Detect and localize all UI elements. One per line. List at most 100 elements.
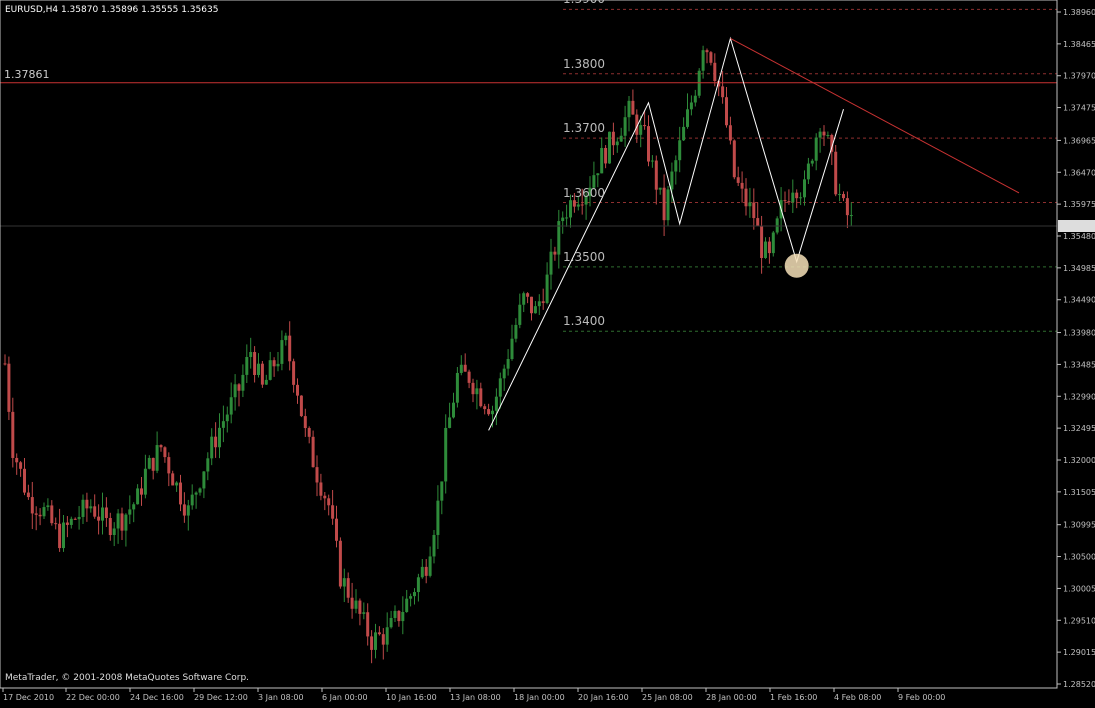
candle-body [202, 471, 206, 489]
candle-body [362, 612, 366, 614]
price-tick-label: 1.29510 [1063, 616, 1095, 625]
candle-body [576, 204, 580, 207]
fib-level-label: 1.3800 [563, 56, 605, 71]
time-tick-label: 18 Jan 00:00 [514, 693, 565, 702]
candle-body [502, 368, 506, 379]
candle-body [775, 218, 779, 233]
candle-body [358, 600, 362, 614]
candle-body [795, 192, 799, 199]
candle-body [354, 600, 358, 609]
candle-body [19, 462, 23, 469]
candle-body [62, 522, 65, 549]
candle-body [611, 131, 615, 146]
time-tick-label: 17 Dec 2010 [3, 693, 54, 702]
candle-body [596, 173, 600, 176]
candle-body [284, 335, 288, 341]
candle-body [806, 163, 810, 180]
candle-body [736, 177, 740, 183]
fib-level-label: 1.3500 [563, 249, 605, 264]
candle-body [662, 187, 666, 221]
candle-body [221, 421, 225, 428]
candle-body [46, 505, 50, 508]
candle-body [623, 117, 627, 136]
candle-body [401, 611, 405, 622]
candle-body [23, 468, 26, 493]
price-tick-label: 1.38465 [1063, 40, 1095, 49]
candle-body [752, 202, 756, 219]
candle-body [650, 160, 654, 162]
candle-body [101, 507, 104, 521]
time-tick-label: 1 Feb 16:00 [770, 693, 817, 702]
candle-body [296, 384, 299, 396]
candle-body [381, 634, 385, 645]
chart-frame [0, 0, 1058, 689]
candle-body [311, 436, 315, 468]
time-tick-label: 4 Feb 08:00 [834, 693, 881, 702]
candle-body [764, 241, 767, 258]
candle-body [288, 335, 292, 362]
time-tick-label: 13 Jan 08:00 [450, 693, 501, 702]
candle-body [190, 494, 194, 506]
candle-body [307, 428, 311, 437]
time-tick-label: 6 Jan 00:00 [322, 693, 368, 702]
candle-body [565, 217, 569, 219]
candle-body [822, 131, 826, 136]
price-tick-label: 1.36470 [1063, 168, 1095, 177]
candle-body [112, 528, 116, 536]
candle-body [179, 482, 182, 505]
symbol-info: EURUSD,H4 1.35870 1.35896 1.35555 1.3563… [5, 5, 219, 15]
candle-body [826, 134, 830, 136]
candle-body [69, 518, 73, 525]
copyright-text: MetaTrader, © 2001-2008 MetaQuotes Softw… [5, 673, 250, 683]
chart-canvas[interactable]: 1.38960 1.38465 1.37970 1.37475 1.36965 1.364… [0, 0, 1095, 704]
candle-body [760, 226, 764, 258]
candle-body [229, 397, 233, 415]
candle-body [569, 200, 572, 218]
candle-body [732, 140, 736, 178]
price-axis: 1.38960 1.38465 1.37970 1.37475 1.36965 1.364… [1057, 8, 1095, 689]
candle-body [526, 293, 530, 297]
candle-body [705, 50, 709, 53]
price-tick-label: 1.33485 [1063, 360, 1095, 369]
candle-body [448, 417, 452, 428]
candle-body [159, 445, 163, 448]
candle-body [541, 301, 545, 303]
candle-body [214, 436, 218, 448]
candle-body [143, 468, 147, 495]
candle-body [728, 125, 732, 141]
candle-body [756, 218, 760, 227]
time-axis: 17 Dec 2010 22 Dec 00:00 24 Dec 16:00 29 De… [2, 688, 945, 702]
time-tick-label: 29 Dec 12:00 [194, 693, 248, 702]
candle-body [237, 384, 241, 391]
candle-body [249, 352, 253, 357]
candle-body [26, 492, 30, 498]
candle-body [140, 488, 143, 495]
candle-body [280, 340, 284, 364]
candle-body [186, 505, 190, 516]
candle-body [3, 363, 7, 365]
candle-body [65, 522, 69, 525]
candle-body [319, 482, 323, 496]
candle-body [814, 137, 818, 161]
candle-body [506, 359, 510, 369]
candle-body [631, 100, 635, 115]
candle-body [268, 360, 272, 380]
price-chart[interactable]: 1.38960 1.38465 1.37970 1.37475 1.36965 1.364… [0, 0, 1095, 704]
candle-body [658, 187, 662, 190]
price-tick-label: 1.30500 [1063, 553, 1095, 562]
price-tick-label: 1.35975 [1063, 200, 1095, 209]
candle-body [350, 597, 354, 609]
zigzag-line[interactable] [488, 36, 844, 431]
candle-body [335, 518, 338, 541]
candle-body [549, 251, 553, 275]
candle-body [257, 363, 260, 375]
candle-body [327, 498, 331, 506]
candle-body [491, 410, 494, 415]
candle-body [155, 445, 159, 471]
resistance-trendline[interactable] [730, 37, 1020, 194]
candle-body [128, 509, 132, 515]
fibonacci-levels [563, 8, 1057, 332]
candle-body [537, 301, 541, 307]
candle-body [323, 495, 327, 499]
candle-body [713, 62, 717, 82]
